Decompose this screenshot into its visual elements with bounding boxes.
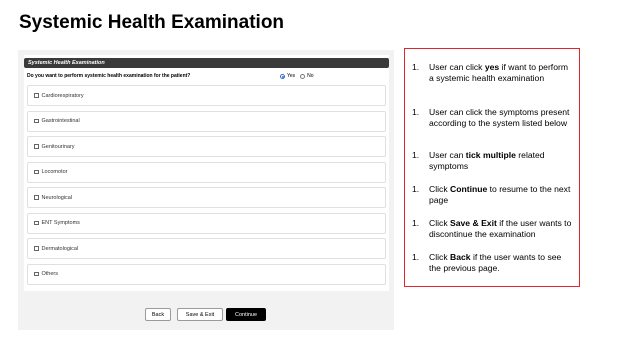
checkbox-icon[interactable] <box>34 93 39 98</box>
radio-no-label: No <box>307 73 314 79</box>
radio-yes-label: Yes <box>287 73 296 79</box>
note-text: User can click the symptoms present acco… <box>429 107 570 128</box>
system-item-neurological[interactable]: Neurological <box>27 187 386 208</box>
note-text: User can tick multiple related symptoms <box>429 150 545 171</box>
system-item-label: Others <box>41 271 59 277</box>
radio-group: Yes No <box>280 72 314 81</box>
system-item-cardiorespiratory[interactable]: Cardiorespiratory <box>27 85 386 106</box>
system-item-dermatological[interactable]: Dermatological <box>27 238 386 259</box>
note-text: Click Back if the user wants to see the … <box>429 252 562 273</box>
checkbox-icon[interactable] <box>34 144 39 149</box>
page-title: Systemic Health Examination <box>19 12 285 33</box>
system-item-ent-symptoms[interactable]: ENT Symptoms <box>27 212 386 234</box>
system-item-locomotor[interactable]: Locomotor <box>27 161 386 183</box>
system-item-others[interactable]: Others <box>27 263 386 285</box>
radio-no[interactable]: No <box>300 72 314 81</box>
note-text: Click Save & Exit if the user wants to d… <box>429 218 572 239</box>
note-text: Click Continue to resume to the next pag… <box>429 184 571 205</box>
question-row: Do you want to perform systemic health e… <box>24 72 389 81</box>
section-header: Systemic Health Examination <box>24 58 389 68</box>
instructions-box: 1. User can click yes if want to perform… <box>404 48 580 287</box>
save-exit-button[interactable]: Save & Exit <box>177 308 223 321</box>
system-item-label: ENT Symptoms <box>41 220 80 226</box>
note-number: 1. <box>412 184 420 194</box>
system-item-label: Genitourinary <box>41 143 75 150</box>
radio-yes[interactable]: Yes <box>280 72 295 81</box>
system-item-label: Neurological <box>41 194 73 201</box>
checkbox-icon[interactable] <box>34 220 39 226</box>
note-text: User can click yes if want to perform a … <box>429 62 568 83</box>
note-number: 1. <box>412 62 420 72</box>
checkbox-icon[interactable] <box>34 271 39 277</box>
checkbox-icon[interactable] <box>34 169 39 175</box>
system-item-label: Gastrointestinal <box>41 118 80 124</box>
system-item-genitourinary[interactable]: Genitourinary <box>27 136 386 157</box>
radio-yes-icon[interactable] <box>280 74 285 79</box>
note-number: 1. <box>412 150 420 160</box>
radio-no-icon[interactable] <box>300 74 306 79</box>
checkbox-icon[interactable] <box>34 195 39 200</box>
note-number: 1. <box>412 107 420 117</box>
button-row: Back Save & Exit Continue <box>18 308 394 321</box>
checkbox-icon[interactable] <box>34 118 39 124</box>
system-item-label: Locomotor <box>41 169 68 175</box>
note-number: 1. <box>412 252 420 262</box>
form-area: Systemic Health Examination Do you want … <box>24 55 389 291</box>
note-number: 1. <box>412 218 420 228</box>
form-screenshot: Systemic Health Examination Do you want … <box>18 50 394 330</box>
question-text: Do you want to perform systemic health e… <box>27 73 191 79</box>
system-item-label: Cardiorespiratory <box>41 92 84 99</box>
continue-button[interactable]: Continue <box>226 308 266 321</box>
system-item-label: Dermatological <box>41 245 79 252</box>
checkbox-icon[interactable] <box>34 246 39 251</box>
system-item-gastrointestinal[interactable]: Gastrointestinal <box>27 110 386 132</box>
back-button[interactable]: Back <box>145 308 171 321</box>
